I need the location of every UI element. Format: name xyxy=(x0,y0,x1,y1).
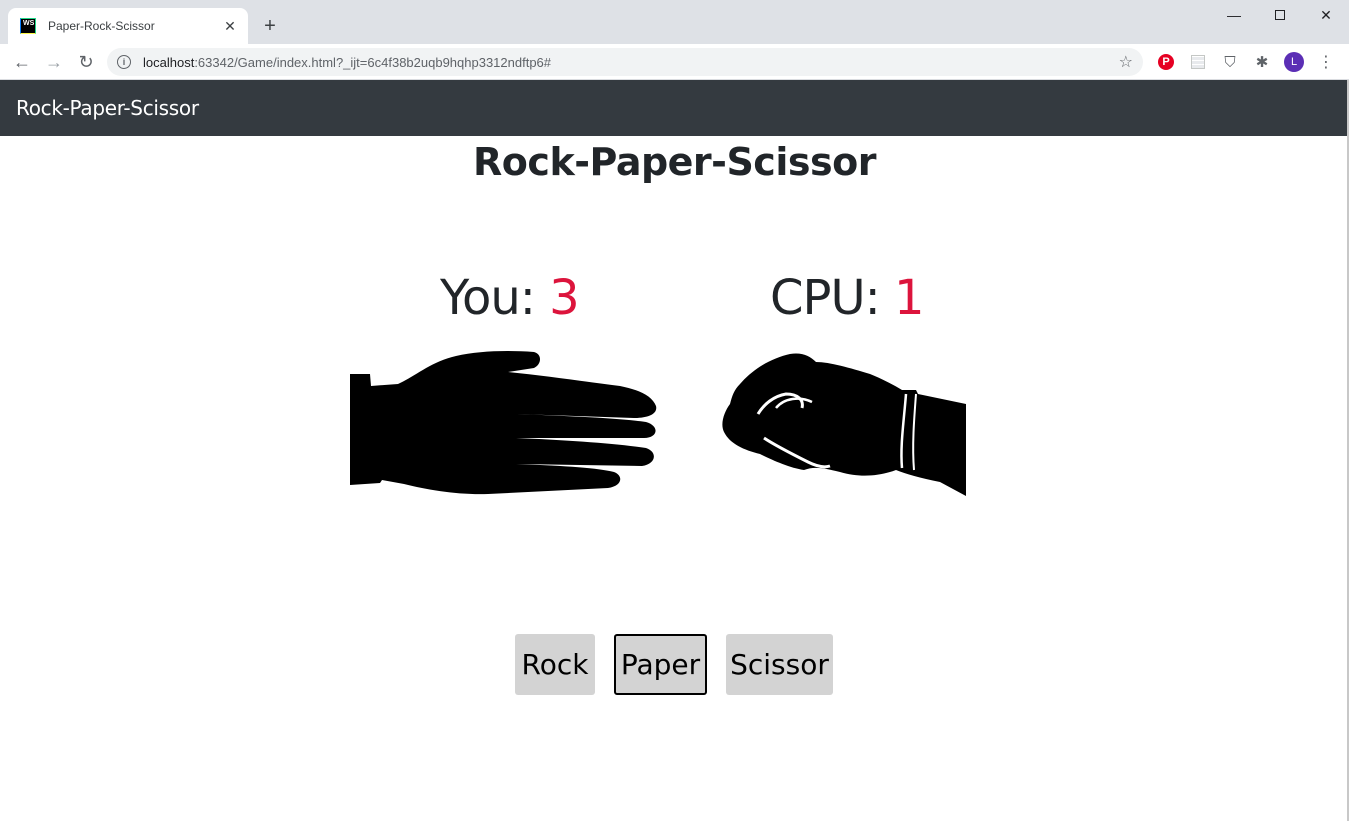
minimize-icon[interactable]: — xyxy=(1211,0,1257,30)
cpu-score: CPU: 1 xyxy=(770,270,925,326)
cpu-score-label: CPU: xyxy=(770,270,895,326)
browser-menu-icon[interactable]: ⋮ xyxy=(1316,52,1336,72)
webstorm-favicon-icon: WS xyxy=(20,18,36,34)
window-close-icon[interactable]: ✕ xyxy=(1303,0,1349,30)
page-navbar: Rock-Paper-Scissor xyxy=(0,80,1349,136)
scissor-button[interactable]: Scissor xyxy=(726,634,833,695)
profile-avatar[interactable]: L xyxy=(1284,52,1304,72)
pinterest-extension-icon[interactable]: P xyxy=(1156,52,1176,72)
url-text[interactable]: localhost:63342/Game/index.html?_ijt=6c4… xyxy=(143,55,1119,70)
forward-arrow-icon[interactable]: → xyxy=(40,48,68,76)
maximize-icon[interactable] xyxy=(1257,0,1303,30)
browser-titlebar: WS Paper-Rock-Scissor ✕ + — ✕ xyxy=(0,0,1349,44)
url-host: localhost xyxy=(143,54,195,70)
rock-fist-icon xyxy=(722,353,966,496)
navbar-brand[interactable]: Rock-Paper-Scissor xyxy=(16,96,199,120)
shield-extension-icon[interactable]: ⛉ xyxy=(1220,52,1240,72)
reload-icon[interactable]: ↻ xyxy=(72,48,100,76)
player-score-label: You: xyxy=(440,270,550,326)
bookmark-star-icon[interactable]: ☆ xyxy=(1119,52,1133,72)
tab-close-icon[interactable]: ✕ xyxy=(222,18,238,34)
paper-button[interactable]: Paper xyxy=(614,634,707,695)
tab-title: Paper-Rock-Scissor xyxy=(48,19,155,33)
browser-toolbar: ← → ↻ i localhost:63342/Game/index.html?… xyxy=(0,44,1349,80)
back-arrow-icon[interactable]: ← xyxy=(8,48,36,76)
browser-tab[interactable]: WS Paper-Rock-Scissor ✕ xyxy=(8,8,248,44)
rock-button[interactable]: Rock xyxy=(515,634,595,695)
new-tab-icon[interactable]: + xyxy=(258,14,282,38)
site-info-icon[interactable]: i xyxy=(117,55,131,69)
extensions-puzzle-icon[interactable]: ✱ xyxy=(1252,52,1272,72)
player-score-value: 3 xyxy=(549,270,580,326)
address-bar[interactable]: i localhost:63342/Game/index.html?_ijt=6… xyxy=(107,48,1143,76)
player-score: You: 3 xyxy=(440,270,580,326)
page-title: Rock-Paper-Scissor xyxy=(473,140,876,184)
paper-hand-icon xyxy=(350,351,657,495)
grid-extension-icon[interactable] xyxy=(1188,52,1208,72)
cpu-score-value: 1 xyxy=(894,270,925,326)
choice-buttons: Rock Paper Scissor xyxy=(0,634,1349,696)
url-path: :63342/Game/index.html?_ijt=6c4f38b2uqb9… xyxy=(194,54,552,70)
